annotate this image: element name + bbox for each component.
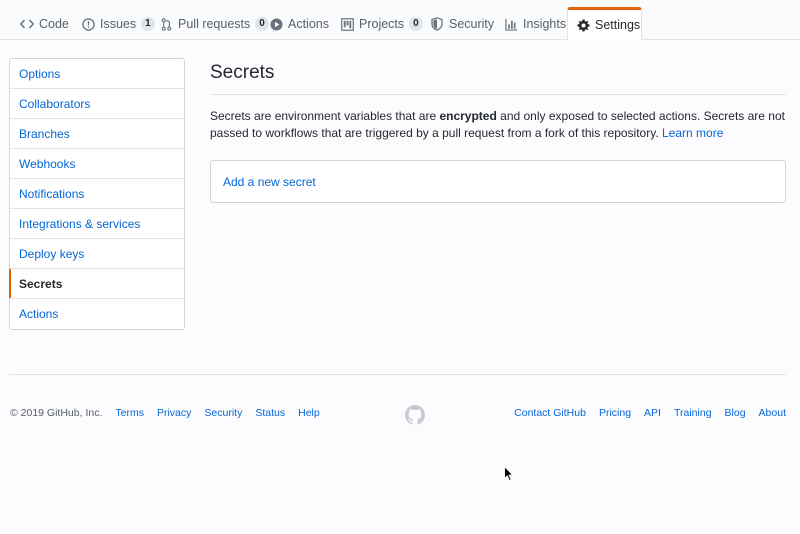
- tab-insights[interactable]: Insights: [494, 8, 576, 40]
- mouse-cursor-icon: [504, 466, 514, 482]
- sidebar-item-deploy-keys[interactable]: Deploy keys: [10, 239, 184, 269]
- footer-link-terms[interactable]: Terms: [115, 407, 144, 419]
- learn-more-link[interactable]: Learn more: [662, 126, 723, 140]
- footer-divider: [9, 374, 786, 375]
- footer-link-blog[interactable]: Blog: [725, 407, 746, 419]
- secrets-description: Secrets are environment variables that a…: [210, 108, 790, 141]
- sidebar-item-collaborators[interactable]: Collaborators: [10, 89, 184, 119]
- footer-copyright: © 2019 GitHub, Inc.: [10, 407, 103, 419]
- tab-pull-requests-label: Pull requests: [178, 17, 251, 31]
- tab-issues-label: Issues: [100, 17, 137, 31]
- sidebar-item-integrations-services[interactable]: Integrations & services: [10, 209, 184, 239]
- sidebar-item-options[interactable]: Options: [10, 59, 184, 89]
- sidebar-item-branches[interactable]: Branches: [10, 119, 184, 149]
- tab-projects[interactable]: Projects 0: [330, 8, 433, 40]
- tab-security[interactable]: Security: [420, 8, 504, 40]
- issue-icon: [81, 17, 95, 31]
- github-mark-icon[interactable]: [405, 405, 425, 425]
- footer-link-security[interactable]: Security: [204, 407, 242, 419]
- tab-actions[interactable]: Actions: [259, 8, 339, 40]
- footer-link-pricing[interactable]: Pricing: [599, 407, 631, 419]
- tab-actions-label: Actions: [288, 17, 329, 31]
- footer-left: © 2019 GitHub, Inc. Terms Privacy Securi…: [10, 407, 333, 419]
- page-title: Secrets: [210, 62, 275, 83]
- footer-link-contact-github[interactable]: Contact GitHub: [514, 407, 586, 419]
- footer-link-training[interactable]: Training: [674, 407, 712, 419]
- add-new-secret-link[interactable]: Add a new secret: [223, 175, 316, 189]
- play-icon: [269, 17, 283, 31]
- tab-projects-label: Projects: [359, 17, 405, 31]
- pull-request-icon: [159, 17, 173, 31]
- tab-security-label: Security: [449, 17, 495, 31]
- title-divider: [210, 94, 786, 95]
- code-icon: [20, 17, 34, 31]
- footer-link-status[interactable]: Status: [255, 407, 285, 419]
- tab-settings[interactable]: Settings: [567, 7, 642, 41]
- settings-sidebar: Options Collaborators Branches Webhooks …: [9, 58, 185, 330]
- footer-link-privacy[interactable]: Privacy: [157, 407, 191, 419]
- tab-code-label: Code: [39, 17, 69, 31]
- secrets-box: Add a new secret: [210, 160, 786, 203]
- tab-settings-label: Settings: [595, 18, 641, 32]
- footer-link-api[interactable]: API: [644, 407, 661, 419]
- repo-nav-tabs: Code Issues 1 Pull requests 0 Actions Pr…: [0, 0, 800, 41]
- graph-icon: [504, 17, 518, 31]
- footer-right: Contact GitHub Pricing API Training Blog…: [501, 407, 786, 419]
- project-icon: [340, 17, 354, 31]
- sidebar-item-actions[interactable]: Actions: [10, 299, 184, 329]
- description-text-start: Secrets are environment variables that a…: [210, 109, 440, 123]
- sidebar-item-webhooks[interactable]: Webhooks: [10, 149, 184, 179]
- footer-link-about[interactable]: About: [759, 407, 786, 419]
- tab-code[interactable]: Code: [10, 8, 79, 40]
- sidebar-item-notifications[interactable]: Notifications: [10, 179, 184, 209]
- sidebar-item-secrets[interactable]: Secrets: [9, 269, 184, 299]
- footer-link-help[interactable]: Help: [298, 407, 320, 419]
- shield-icon: [430, 17, 444, 31]
- description-encrypted-emphasis: encrypted: [439, 109, 497, 123]
- gear-icon: [577, 18, 590, 32]
- tab-insights-label: Insights: [523, 17, 567, 31]
